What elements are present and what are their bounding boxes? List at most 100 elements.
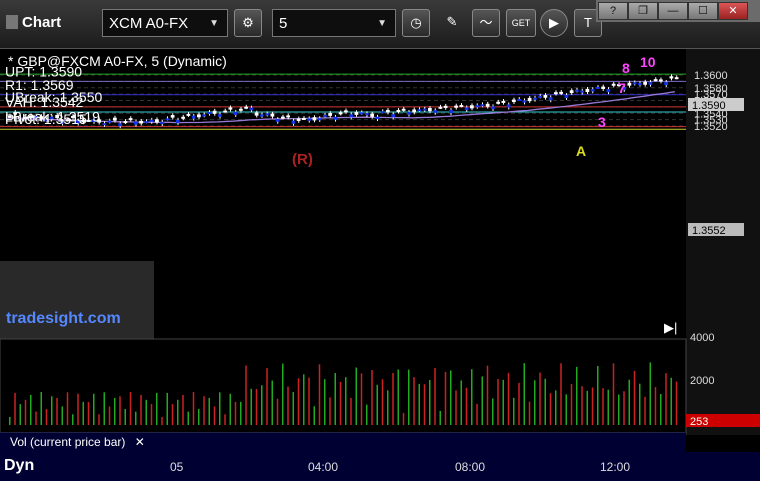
volume-bar <box>360 373 363 425</box>
volume-bar <box>649 362 651 425</box>
interval-dropdown[interactable]: 5 ▼ <box>272 9 396 37</box>
volume-bar <box>119 396 121 425</box>
volume-bar <box>455 390 457 425</box>
restore-button[interactable]: ❐ <box>628 2 658 20</box>
candle-body <box>323 114 327 117</box>
volume-bar <box>87 401 90 425</box>
candle-body <box>438 106 443 109</box>
volume-bar <box>591 387 594 425</box>
volume-bar <box>82 401 84 425</box>
restore-icon: ❐ <box>638 5 648 17</box>
volume-bar <box>9 417 11 425</box>
volume-bar <box>261 385 263 425</box>
candle-body <box>485 103 490 107</box>
volume-bar <box>177 399 179 425</box>
minimize-icon: — <box>667 5 679 17</box>
volume-bar <box>271 380 273 425</box>
candle-body <box>396 109 401 112</box>
volume-bar <box>381 379 384 425</box>
scroll-to-end-icon[interactable]: ▶| <box>664 320 677 335</box>
volume-bar <box>287 386 289 425</box>
play-button[interactable]: ▶ <box>540 9 568 37</box>
volume-bar <box>497 379 499 425</box>
candle-body <box>181 116 185 119</box>
volume-bar <box>40 392 42 425</box>
get-button[interactable]: GET <box>506 9 536 37</box>
candle-body <box>380 111 385 114</box>
candle-body <box>543 95 548 98</box>
volume-bar <box>334 372 336 425</box>
candle-body <box>627 82 632 86</box>
candle-body <box>207 112 212 115</box>
count-8: 8 <box>622 60 630 76</box>
volume-bar <box>555 390 557 425</box>
time-label-0400: 04:00 <box>308 460 339 474</box>
candle-body <box>270 113 275 117</box>
interval-value: 5 <box>279 15 288 32</box>
minimize-button[interactable]: — <box>658 2 688 20</box>
volume-bar <box>633 370 636 425</box>
candle-body <box>391 114 395 118</box>
candle-body <box>564 95 569 99</box>
level-label: VAH: 1.3542 <box>5 94 84 110</box>
draw-button[interactable]: ✎ <box>438 9 466 37</box>
candle-body <box>359 112 364 115</box>
volume-bar <box>397 369 399 425</box>
volume-bar <box>639 383 641 425</box>
maximize-button[interactable]: ☐ <box>688 2 718 20</box>
volume-bar <box>266 368 268 425</box>
candle-body <box>281 116 285 119</box>
candle-body <box>344 110 348 113</box>
volume-bar <box>108 406 111 425</box>
volume-bar <box>308 377 310 425</box>
volume-bar <box>450 370 452 425</box>
close-icon[interactable]: ✕ <box>135 435 145 449</box>
volume-bar <box>318 364 321 425</box>
volume-bar <box>93 393 95 425</box>
candle-body <box>249 107 254 111</box>
price-tick: 1.3520 <box>694 121 728 133</box>
volume-bar <box>35 411 37 425</box>
volume-bar <box>103 392 105 425</box>
volume-bar <box>135 411 137 425</box>
volume-bar <box>518 382 520 425</box>
volume-bar <box>612 363 615 425</box>
symbol-dropdown[interactable]: XCM A0-FX ▼ <box>102 9 228 37</box>
candle-body <box>212 110 217 114</box>
volume-bar <box>313 406 315 425</box>
clock-button[interactable]: ◷ <box>402 9 430 37</box>
volume-bar <box>329 397 331 425</box>
watermark-box <box>0 261 154 339</box>
r-marker: (R) <box>292 151 313 168</box>
volume-bar <box>597 365 599 425</box>
candle-body <box>149 119 154 122</box>
time-label-0800: 08:00 <box>455 460 486 474</box>
volume-bar <box>250 388 252 425</box>
volume-bar <box>324 379 326 425</box>
indicators-button[interactable]: 〜 <box>472 9 500 37</box>
volume-bar <box>660 394 662 425</box>
price-chart[interactable]: tradesight.com * GBP@FXCM A0-FX, 5 (Dyna… <box>0 49 760 435</box>
close-button[interactable]: ✕ <box>718 2 748 20</box>
volume-bar <box>654 387 657 425</box>
candle-body <box>139 120 143 124</box>
settings-button[interactable]: ⚙ <box>234 9 262 37</box>
candle-body <box>113 117 117 121</box>
help-button[interactable]: ? <box>598 2 628 20</box>
volume-bar <box>240 401 242 425</box>
candle-body <box>669 76 674 79</box>
volume-bar <box>539 372 541 425</box>
dyn-button[interactable]: Dyn <box>4 457 34 475</box>
volume-bar <box>276 398 279 425</box>
candle-body <box>155 119 159 123</box>
volume-bar <box>166 392 168 425</box>
volume-bar <box>570 384 573 425</box>
time-label-05: 05 <box>170 460 184 474</box>
volume-bar <box>602 388 604 425</box>
ma-price-label: 1.3552 <box>692 225 726 237</box>
candle-body <box>354 112 359 115</box>
candle-body <box>407 111 411 115</box>
candle-body <box>401 108 406 111</box>
volume-bar <box>534 380 536 425</box>
candle-body <box>653 79 658 82</box>
